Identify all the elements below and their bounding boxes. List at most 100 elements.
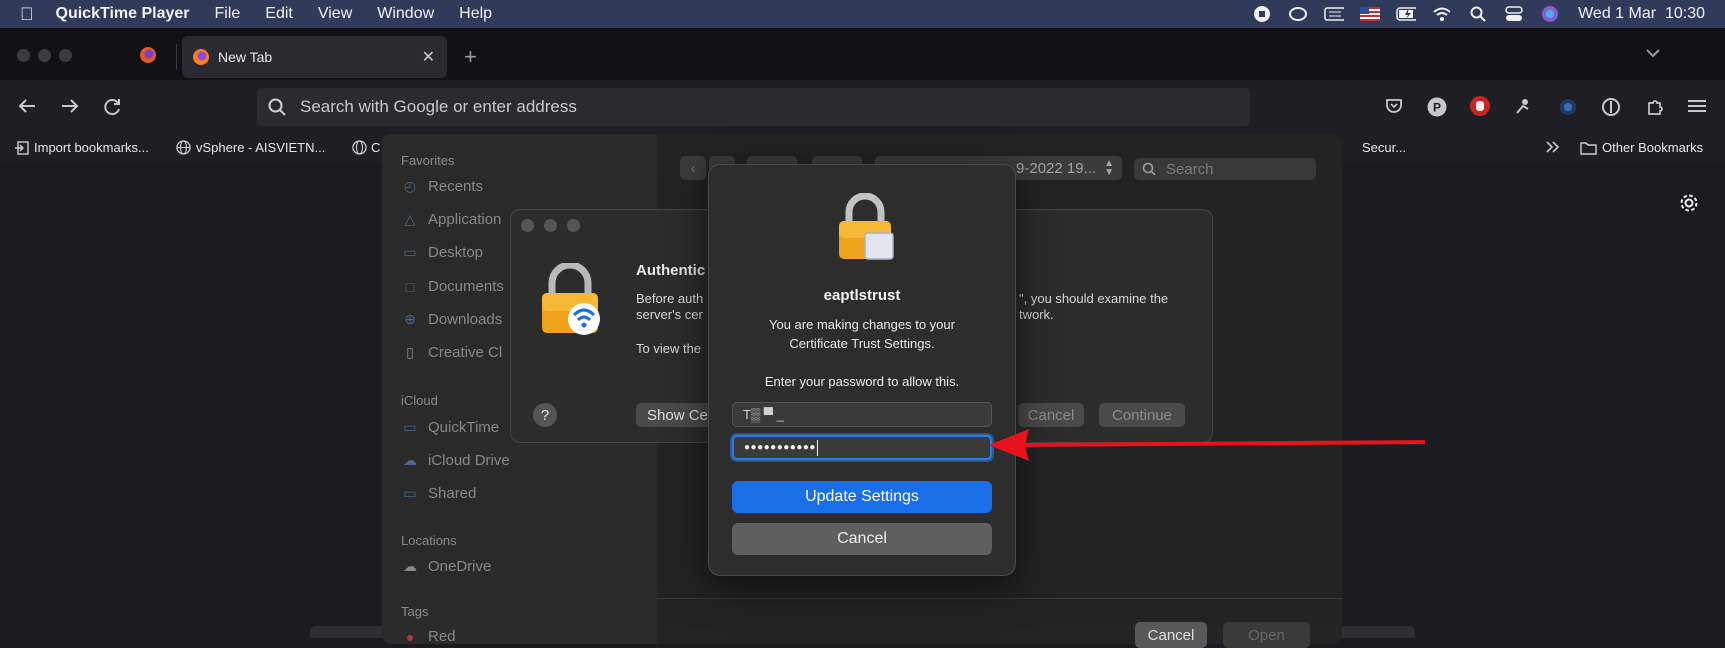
extension-shield-icon[interactable] [1601,97,1621,122]
control-center-icon[interactable] [1504,6,1524,22]
window-zoom-button[interactable] [59,49,72,62]
firefox-view-icon[interactable] [139,46,157,69]
globe-icon [352,140,367,155]
firefox-logo-icon [192,48,210,66]
chevron-updown-icon: ▲ ▼ [1104,158,1114,178]
sidebar-item-tag-red[interactable]: ● Red [401,628,456,645]
keyboard-icon[interactable] [1324,6,1345,22]
auth-title: Authentic [636,262,706,279]
stop-recording-icon[interactable] [1252,6,1272,22]
finder-divider [657,598,1342,599]
finder-search-field[interactable]: Search [1134,158,1316,180]
menu-app-name[interactable]: QuickTime Player [56,5,190,23]
new-tab-button[interactable]: + [464,44,477,70]
folder-icon: ▭ [403,419,417,435]
sidebar-heading-locations: Locations [401,533,457,548]
sidebar-heading-favorites: Favorites [401,153,455,168]
sidebar-item-quicktime[interactable]: ▭ QuickTime [401,419,499,436]
siri-icon[interactable] [1540,6,1560,22]
finder-cancel-button[interactable]: Cancel [1135,622,1207,648]
show-certificate-button[interactable]: Show Ce [636,403,714,427]
url-bar[interactable]: Search with Google or enter address [257,88,1250,126]
extension-globe-icon[interactable] [1558,97,1578,122]
gear-icon[interactable] [1679,193,1699,218]
menu-edit[interactable]: Edit [265,5,293,23]
help-button[interactable]: ? [533,403,557,427]
forward-arrow-icon[interactable] [60,98,80,119]
sidebar-item-recents[interactable]: ◴ Recents [401,178,483,195]
bookmark-import[interactable]: Import bookmarks... [15,140,149,155]
list-all-tabs-icon[interactable] [1645,46,1661,64]
back-button[interactable]: ‹ [680,156,706,180]
sidebar-item-creative-cloud[interactable]: ▯ Creative Cl [401,344,502,361]
sidebar-item-icloud-drive[interactable]: ☁ iCloud Drive [401,452,510,469]
sidebar-item-applications[interactable]: △ Application [401,211,502,228]
sidebar-item-downloads[interactable]: ⊕ Downloads [401,311,502,328]
auth-cancel-button[interactable]: Cancel [1018,403,1084,427]
annotation-arrow [989,429,1426,461]
back-arrow-icon[interactable] [17,98,37,119]
sidebar-item-documents[interactable]: □ Documents [401,278,504,295]
tab-title: New Tab [218,49,273,65]
tab-new-tab[interactable]: New Tab ✕ [182,36,447,78]
hand-extension-icon[interactable] [1470,96,1490,121]
wifi-lock-icon [538,261,602,340]
bookmark-vsphere[interactable]: vSphere - AISVIETN... [176,140,325,155]
bookmark-security-partial[interactable]: Secur... [1362,140,1406,155]
folder-icon [1580,141,1597,155]
auth-body-line1: Before auth [636,291,704,306]
profile-p-icon[interactable]: P [1427,97,1447,122]
window-close-button[interactable] [17,49,30,62]
menu-file[interactable]: File [215,5,241,23]
flag-us-icon[interactable] [1360,6,1381,22]
spotlight-search-icon[interactable] [1468,6,1488,22]
wifi-icon[interactable] [1432,6,1452,22]
sheet-message-line2: Certificate Trust Settings. [789,336,935,351]
extension-figure-icon[interactable] [1513,97,1533,122]
menu-view[interactable]: View [318,5,352,23]
apple-icon[interactable]:  [20,4,34,25]
macos-menubar:  QuickTime Player File Edit View Window… [0,0,1725,28]
reload-icon[interactable] [102,97,122,122]
auth-zoom-button[interactable] [567,219,580,232]
svg-text:P: P [1433,101,1441,115]
url-placeholder: Search with Google or enter address [300,97,577,116]
applications-icon: △ [404,211,416,227]
update-settings-button[interactable]: Update Settings [732,481,992,513]
menubar-datetime[interactable]: Wed 1 Mar 10:30 [1578,5,1705,23]
auth-body-line2: server's cer [636,307,703,322]
bookmark-other[interactable]: Other Bookmarks [1580,140,1703,155]
search-icon [268,98,286,116]
auth-body-line1-right: ", you should examine the [1019,291,1169,306]
close-icon[interactable]: ✕ [422,47,435,67]
bookmark-partial[interactable]: C [352,140,380,155]
search-icon [1142,162,1156,176]
sheet-message-line1: You are making changes to your [769,317,955,332]
menu-help[interactable]: Help [459,5,492,23]
pocket-icon[interactable] [1385,98,1403,119]
sidebar-heading-icloud: iCloud [401,393,438,408]
sidebar-item-shared[interactable]: ▭ Shared [401,485,476,502]
username-field[interactable]: T▒ ▀ _ [732,402,992,427]
extensions-puzzle-icon[interactable] [1645,97,1665,122]
creative-cloud-icon[interactable] [1288,6,1308,22]
auth-body-line3: To view the [636,341,702,356]
battery-charging-icon[interactable] [1396,6,1417,22]
download-icon: ⊕ [404,311,416,327]
sidebar-item-onedrive[interactable]: ☁ OneDrive [401,558,491,575]
bookmarks-overflow-icon[interactable] [1545,140,1561,159]
menu-window[interactable]: Window [377,5,434,23]
import-icon [15,140,29,155]
auth-close-button[interactable] [521,219,534,232]
sheet-prompt: Enter your password to allow this. [764,374,960,389]
auth-continue-button[interactable]: Continue [1099,403,1185,427]
auth-minimize-button[interactable] [544,219,557,232]
window-minimize-button[interactable] [38,49,51,62]
finder-open-button[interactable]: Open [1223,622,1310,648]
password-field[interactable]: ●●●●●●●●●●● [732,435,992,460]
sidebar-item-desktop[interactable]: ▭ Desktop [401,244,483,261]
file-icon: ▯ [406,344,414,360]
red-tag-icon: ● [405,628,415,645]
hamburger-menu-icon[interactable] [1688,99,1706,118]
sheet-cancel-button[interactable]: Cancel [732,523,992,555]
